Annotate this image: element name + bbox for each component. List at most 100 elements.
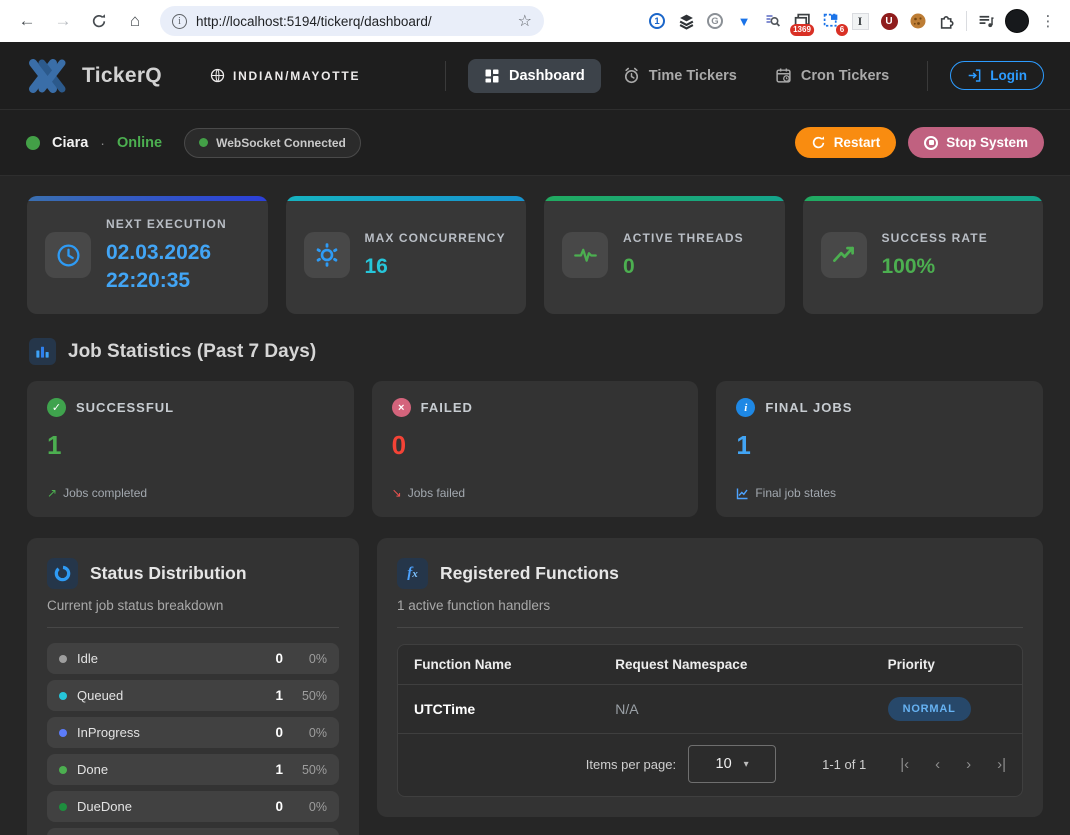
job-card-failed: × FAILED 0 ↘ Jobs failed bbox=[372, 381, 699, 517]
brand-title: TickerQ bbox=[82, 64, 162, 88]
host-name: Ciara bbox=[52, 135, 88, 151]
bar-chart-icon bbox=[29, 338, 56, 365]
next-page-icon[interactable]: › bbox=[966, 756, 971, 773]
trend-down-mini-icon: ↘ bbox=[392, 486, 402, 500]
timezone-label: INDIAN/MAYOTTE bbox=[233, 69, 360, 83]
prev-page-icon[interactable]: ‹ bbox=[935, 756, 940, 773]
stat-label: SUCCESS RATE bbox=[882, 229, 988, 247]
tab-time-tickers[interactable]: Time Tickers bbox=[607, 58, 753, 93]
card-accent-bar bbox=[544, 196, 785, 201]
search-list-extension-icon[interactable] bbox=[763, 11, 783, 31]
bookmark-star-icon[interactable]: ☆ bbox=[518, 11, 532, 31]
table-row: UTCTime N/A NORMAL bbox=[398, 685, 1022, 734]
playlist-extension-icon[interactable] bbox=[976, 11, 996, 31]
websocket-status-pill: WebSocket Connected bbox=[184, 128, 361, 158]
site-info-icon[interactable]: i bbox=[172, 14, 187, 29]
job-label: FAILED bbox=[421, 400, 473, 415]
online-state-label: Online bbox=[117, 135, 162, 151]
gear-icon bbox=[304, 232, 350, 278]
job-footer-label: Jobs completed bbox=[63, 486, 147, 500]
card-accent-bar bbox=[803, 196, 1044, 201]
stat-label: MAX CONCURRENCY bbox=[365, 229, 506, 247]
online-status-dot bbox=[26, 136, 40, 150]
tab-dashboard[interactable]: Dashboard bbox=[468, 59, 601, 93]
system-buttons: Restart Stop System bbox=[795, 127, 1044, 158]
status-label: DueDone bbox=[77, 799, 253, 814]
nav-tabs: Dashboard Time Tickers Cron Tickers bbox=[429, 58, 1044, 93]
column-header-function-name: Function Name bbox=[414, 657, 615, 672]
status-label: Queued bbox=[77, 688, 253, 703]
list-item-idle: Idle 0 0% bbox=[47, 643, 339, 674]
stop-label: Stop System bbox=[946, 135, 1028, 150]
job-value: 1 bbox=[47, 430, 334, 461]
ublock-extension-icon[interactable]: U bbox=[879, 11, 899, 31]
separator: · bbox=[100, 135, 105, 151]
stat-value: 0 bbox=[623, 253, 744, 281]
chrome-menu-icon[interactable]: ⋮ bbox=[1038, 11, 1058, 31]
job-footer-label: Final job states bbox=[755, 486, 836, 500]
url-text[interactable]: http://localhost:5194/tickerq/dashboard/ bbox=[196, 14, 509, 29]
registered-functions-panel: fx Registered Functions 1 active functio… bbox=[377, 538, 1043, 817]
forward-icon[interactable]: → bbox=[46, 4, 80, 38]
status-dot-icon bbox=[59, 729, 67, 737]
grammarly-extension-icon[interactable]: G bbox=[705, 11, 725, 31]
stat-value: 100% bbox=[882, 253, 988, 281]
card-accent-bar bbox=[286, 196, 527, 201]
pager-controls: |‹ ‹ › ›| bbox=[900, 756, 1006, 773]
login-button[interactable]: Login bbox=[950, 61, 1044, 90]
alarm-clock-icon bbox=[623, 67, 640, 84]
check-circle-icon: ✓ bbox=[47, 398, 66, 417]
stat-card-active-threads: ACTIVE THREADS 0 bbox=[544, 196, 785, 314]
stop-system-button[interactable]: Stop System bbox=[908, 127, 1044, 158]
column-header-request-namespace: Request Namespace bbox=[615, 657, 887, 672]
app-navbar: TickerQ INDIAN/MAYOTTE Dashboard Time Ti… bbox=[0, 42, 1070, 110]
panel-subtitle: 1 active function handlers bbox=[397, 598, 1023, 613]
job-cards-row: ✓ SUCCESSFUL 1 ↗ Jobs completed × FAILED… bbox=[27, 381, 1043, 517]
dashboard-grid-icon bbox=[484, 68, 500, 84]
login-icon bbox=[967, 68, 982, 83]
capital-i-extension-icon[interactable]: I bbox=[850, 11, 870, 31]
status-percent: 0% bbox=[283, 726, 327, 740]
ublock-glyph: U bbox=[881, 13, 898, 30]
restart-icon bbox=[811, 135, 826, 150]
functions-table: Function Name Request Namespace Priority… bbox=[397, 644, 1023, 797]
list-item-queued: Queued 1 50% bbox=[47, 680, 339, 711]
page-size-value: 10 bbox=[716, 756, 732, 772]
cookie-extension-icon[interactable] bbox=[908, 11, 928, 31]
timezone-indicator: INDIAN/MAYOTTE bbox=[210, 68, 360, 83]
profile-avatar[interactable] bbox=[1005, 9, 1029, 33]
reload-icon[interactable] bbox=[82, 4, 116, 38]
page-size-select[interactable]: 10 ▾ bbox=[688, 745, 776, 783]
list-item-duedone: DueDone 0 0% bbox=[47, 791, 339, 822]
last-page-icon[interactable]: ›| bbox=[997, 756, 1006, 773]
globe-icon bbox=[210, 68, 225, 83]
restart-button[interactable]: Restart bbox=[795, 127, 897, 158]
table-header-row: Function Name Request Namespace Priority bbox=[398, 645, 1022, 685]
extensions-puzzle-icon[interactable] bbox=[937, 11, 957, 31]
back-icon[interactable]: ← bbox=[10, 4, 44, 38]
selection-extension-icon[interactable]: 6 bbox=[821, 11, 841, 31]
status-percent: 0% bbox=[283, 800, 327, 814]
onepassword-extension-icon[interactable]: 1 bbox=[647, 11, 667, 31]
bottom-panels-row: Status Distribution Current job status b… bbox=[27, 538, 1043, 835]
tab-cron-tickers[interactable]: Cron Tickers bbox=[759, 58, 905, 93]
home-icon[interactable]: ⌂ bbox=[118, 4, 152, 38]
address-bar[interactable]: i http://localhost:5194/tickerq/dashboar… bbox=[160, 6, 544, 36]
layers-extension-icon[interactable] bbox=[676, 11, 696, 31]
brand: TickerQ bbox=[26, 55, 162, 97]
browser-chrome: ← → ⌂ i http://localhost:5194/tickerq/da… bbox=[0, 0, 1070, 42]
funnel-extension-icon[interactable]: ▼ bbox=[734, 11, 754, 31]
restart-label: Restart bbox=[834, 135, 881, 150]
job-card-final-jobs: i FINAL JOBS 1 Final job states bbox=[716, 381, 1043, 517]
status-dot-icon bbox=[59, 655, 67, 663]
websocket-dot-icon bbox=[199, 138, 208, 147]
navbar-divider bbox=[445, 61, 446, 91]
chevron-down-icon: ▾ bbox=[744, 759, 749, 770]
tab-time-tickers-label: Time Tickers bbox=[649, 68, 737, 84]
first-page-icon[interactable]: |‹ bbox=[900, 756, 909, 773]
list-item-partial bbox=[47, 828, 339, 835]
tab-counter-extension-icon[interactable]: 1369 bbox=[792, 11, 812, 31]
namespace-cell: N/A bbox=[615, 701, 887, 717]
list-item-inprogress: InProgress 0 0% bbox=[47, 717, 339, 748]
capital-i-glyph: I bbox=[852, 13, 869, 30]
